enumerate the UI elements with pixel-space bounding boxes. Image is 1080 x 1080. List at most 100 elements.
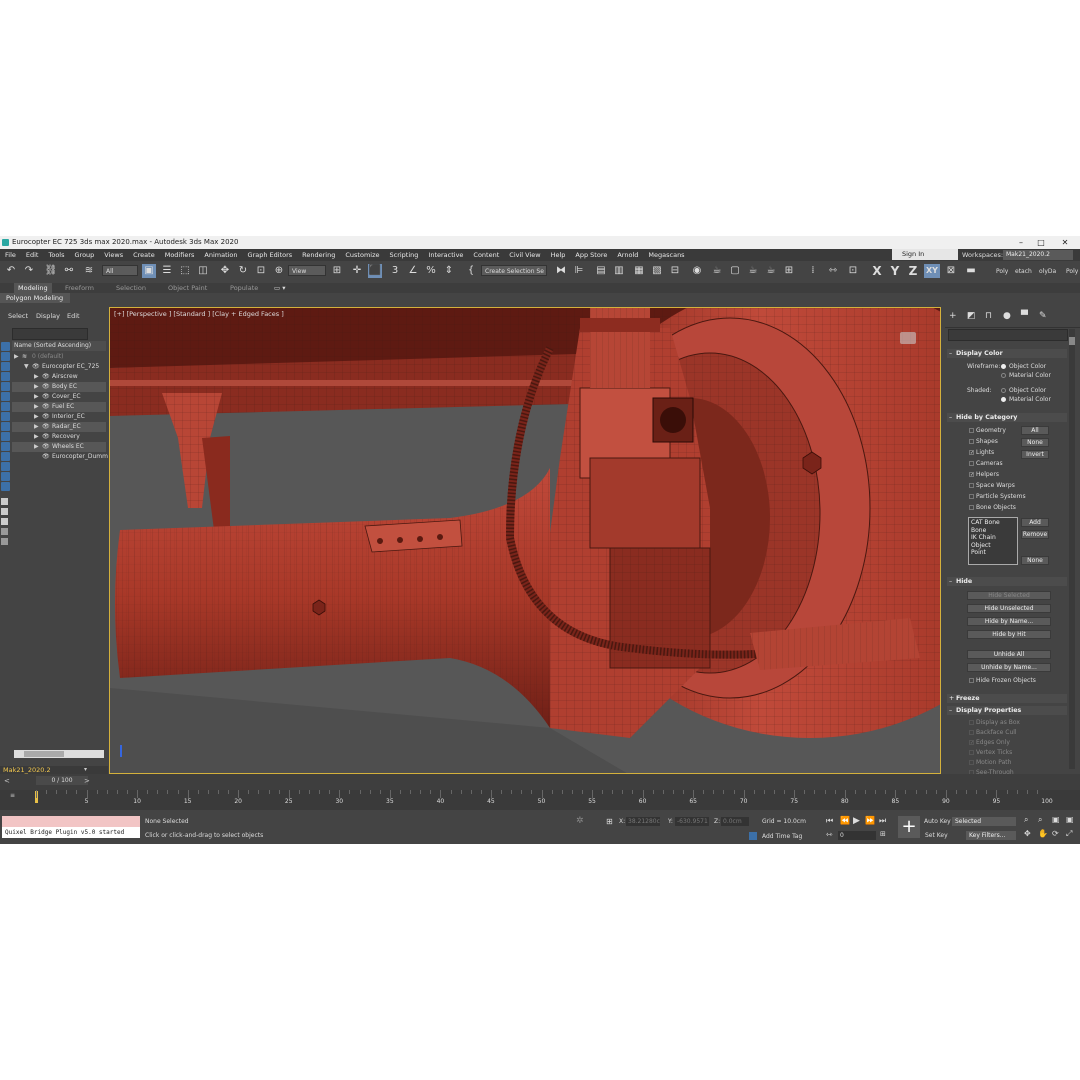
goto-end-icon[interactable]: ⏭	[879, 816, 886, 826]
scene-tree-row[interactable]: ▶ 👁 Body EC	[12, 382, 106, 392]
menu-graph-editors[interactable]: Graph Editors	[248, 251, 293, 259]
category-list-item[interactable]: IK Chain Object	[971, 534, 1015, 549]
constraint-x-button[interactable]: X	[870, 264, 884, 278]
rendered-frame-window-icon[interactable]: ▢	[728, 264, 742, 278]
align-grid-icon[interactable]: ⇿	[826, 264, 840, 278]
keyboard-shortcut-override-icon[interactable]: ⬛	[368, 264, 382, 278]
display-lights-icon[interactable]	[1, 362, 10, 371]
goto-start-icon[interactable]: ⏮	[826, 816, 833, 826]
align-icon[interactable]: ⊫	[572, 264, 586, 278]
category-all-button[interactable]: All	[1021, 426, 1049, 435]
visibility-eye-icon[interactable]: 👁	[42, 372, 50, 382]
tool-c-icon[interactable]	[1, 518, 8, 525]
reference-coordinate-dropdown[interactable]: View	[288, 265, 326, 276]
hide-by-name-button[interactable]: Hide by Name...	[967, 617, 1051, 626]
category-checkbox[interactable]: ✓	[969, 472, 974, 478]
pivot-center-icon[interactable]: ⊞	[330, 264, 344, 278]
previous-frame-icon[interactable]: ⏪	[840, 816, 850, 825]
display-xrefs-icon[interactable]	[1, 412, 10, 421]
redo-icon[interactable]: ↷	[22, 264, 36, 278]
scale-icon[interactable]: ⊡	[254, 264, 268, 278]
slider-right-arrow-icon[interactable]: >	[84, 777, 90, 785]
display-hidden-icon[interactable]	[1, 452, 10, 461]
menu-help[interactable]: Help	[551, 251, 566, 259]
sign-in-button[interactable]: Sign In	[892, 249, 958, 260]
pan-icon[interactable]: ✋	[1038, 829, 1048, 838]
rollout-hide-by-category[interactable]: – Hide by Category	[947, 413, 1067, 422]
display-cameras-icon[interactable]	[1, 372, 10, 381]
ribbon-tab-populate[interactable]: Populate	[230, 283, 258, 293]
key-filters-button[interactable]: Key Filters...	[966, 831, 1016, 840]
modify-tab-icon[interactable]: ◩	[967, 311, 976, 321]
unlink-icon[interactable]: ⚯	[62, 264, 76, 278]
wireframe-material-color-radio[interactable]	[1001, 373, 1006, 378]
toggle-ribbon-icon[interactable]: ▦	[632, 264, 646, 278]
scene-menu-edit[interactable]: Edit	[67, 312, 80, 320]
tool-e-icon[interactable]	[1, 538, 8, 545]
select-object-icon[interactable]: ▣	[142, 264, 156, 278]
render-iterative-icon[interactable]: ☕	[764, 264, 778, 278]
menu-customize[interactable]: Customize	[345, 251, 379, 259]
display-property-checkbox[interactable]	[969, 750, 974, 755]
move-icon[interactable]: ✥	[218, 264, 232, 278]
snap-settings-icon[interactable]: ⊠	[944, 264, 958, 278]
graphite-toolbar-icon[interactable]: ▬	[964, 264, 978, 278]
unhide-all-button[interactable]: Unhide All	[967, 650, 1051, 659]
named-selection-set-dropdown[interactable]: Create Selection Se	[481, 265, 547, 276]
visibility-eye-icon[interactable]: 👁	[42, 412, 50, 422]
maximize-viewport-icon[interactable]: ⤢	[1066, 829, 1072, 839]
poly-tab-3[interactable]: olyDa	[1039, 268, 1056, 275]
edit-named-selection-icon[interactable]: {	[464, 264, 478, 278]
category-checkbox[interactable]	[969, 483, 974, 488]
hide-frozen-checkbox[interactable]	[969, 678, 974, 683]
scene-column-header[interactable]: Name (Sorted Ascending)	[12, 341, 106, 351]
menu-megascans[interactable]: Megascans	[648, 251, 684, 259]
menu-create[interactable]: Create	[133, 251, 155, 259]
scene-tree-row[interactable]: ▶ ≋ 0 (default)	[12, 352, 106, 362]
expand-right-icon[interactable]: ▶	[34, 422, 39, 432]
material-editor-icon[interactable]: ◉	[690, 264, 704, 278]
rollout-display-color[interactable]: – Display Color	[947, 349, 1067, 358]
poly-tab-4[interactable]: Poly	[1066, 268, 1078, 275]
visibility-eye-icon[interactable]: 👁	[42, 382, 50, 392]
time-slider[interactable]: < 0 / 100 >	[0, 774, 1080, 790]
visibility-eye-icon[interactable]: 👁	[42, 402, 50, 412]
scene-tree-row[interactable]: ▼ 👁 Eurocopter EC_725	[12, 362, 106, 372]
set-key-plus-button[interactable]: +	[898, 816, 920, 838]
display-all-icon[interactable]	[1, 462, 10, 471]
render-in-cloud-icon[interactable]: ⊞	[782, 264, 796, 278]
scene-tree-row[interactable]: ▶ 👁 Interior_EC	[12, 412, 106, 422]
undo-icon[interactable]: ↶	[4, 264, 18, 278]
bind-spacewarp-icon[interactable]: ≋	[82, 264, 96, 278]
scene-horizontal-scrollbar[interactable]	[14, 750, 104, 758]
scene-tree-row[interactable]: ▶ 👁 Wheels EC	[12, 442, 106, 452]
grid-snap-icon[interactable]: ⁞	[806, 264, 820, 278]
menu-scripting[interactable]: Scripting	[390, 251, 419, 259]
scene-tree-row[interactable]: ▶ 👁 Fuel EC	[12, 402, 106, 412]
menu-views[interactable]: Views	[104, 251, 123, 259]
menu-interactive[interactable]: Interactive	[428, 251, 463, 259]
selection-filter-dropdown[interactable]: All	[102, 265, 138, 276]
expand-right-icon[interactable]: ▶	[14, 352, 19, 362]
category-none-button[interactable]: None	[1021, 438, 1049, 447]
expand-right-icon[interactable]: ▶	[34, 402, 39, 412]
rollout-hide[interactable]: – Hide	[947, 577, 1067, 586]
hide-unselected-button[interactable]: Hide Unselected	[967, 604, 1051, 613]
workspace-dropdown[interactable]: Mak21_2020.2	[1003, 250, 1073, 260]
slider-left-arrow-icon[interactable]: <	[4, 777, 10, 785]
command-panel-scrollbar[interactable]	[1069, 329, 1075, 769]
hierarchy-tab-icon[interactable]: ⊓	[985, 311, 992, 321]
layer-dropdown-icon[interactable]: ▾	[84, 766, 87, 774]
orbit-icon[interactable]: ⟳	[1052, 829, 1059, 838]
z-coordinate-field[interactable]: 0.0cm	[721, 817, 749, 826]
category-checkbox[interactable]	[969, 428, 974, 433]
expand-right-icon[interactable]: ▶	[34, 412, 39, 422]
menu-animation[interactable]: Animation	[204, 251, 237, 259]
ribbon-subtab-polygon-modeling[interactable]: Polygon Modeling	[0, 293, 70, 303]
spinner-snap-icon[interactable]: ⇕	[442, 264, 456, 278]
rollout-freeze[interactable]: + Freeze	[947, 694, 1067, 703]
y-coordinate-field[interactable]: -630.9571	[675, 817, 709, 826]
minimize-button[interactable]: –	[1010, 236, 1032, 249]
expand-right-icon[interactable]: ▶	[34, 442, 39, 452]
display-property-checkbox[interactable]	[969, 720, 974, 725]
